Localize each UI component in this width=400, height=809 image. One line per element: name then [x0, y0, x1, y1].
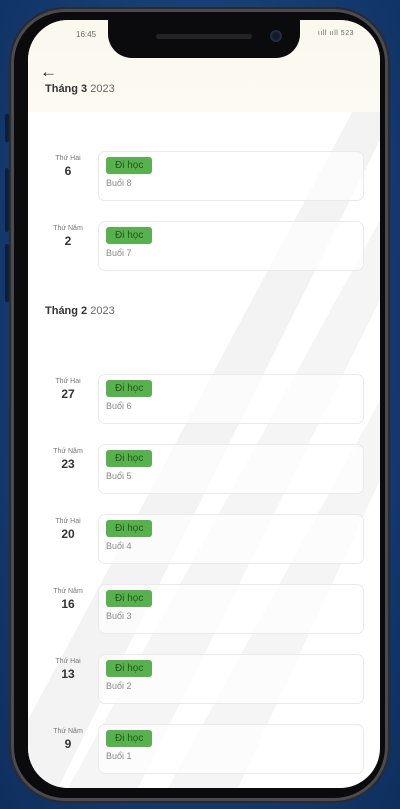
- day-number: 27: [61, 387, 75, 401]
- attendance-card[interactable]: Đi học Buổi 6: [98, 374, 364, 424]
- session-label: Buổi 5: [106, 471, 132, 481]
- month-label: Tháng 2: [45, 305, 88, 317]
- weekday-label: Thứ Năm: [53, 728, 83, 735]
- day-number: 23: [61, 457, 75, 471]
- attendance-card[interactable]: Đi học Buổi 1: [98, 724, 364, 774]
- weekday-label: Thứ Hai: [55, 155, 81, 162]
- back-arrow-icon[interactable]: ←: [40, 63, 57, 80]
- day-number: 9: [64, 737, 72, 751]
- date-block: Thứ Năm 23: [42, 448, 94, 471]
- status-time: 16:45: [76, 30, 97, 39]
- attendance-card[interactable]: Đi học Buổi 4: [98, 514, 364, 564]
- session-label: Buổi 2: [106, 681, 132, 691]
- date-block: Thứ Năm 2: [42, 225, 94, 248]
- weekday-label: Thứ Hai: [55, 658, 81, 665]
- attendance-row: Thứ Năm 9 Đi học Buổi 1: [28, 724, 380, 780]
- weekday-label: Thứ Năm: [53, 448, 83, 455]
- status-badge: Đi học: [106, 730, 153, 747]
- date-block: Thứ Năm 9: [42, 728, 94, 751]
- date-block: Thứ Hai 13: [42, 658, 94, 681]
- attendance-card[interactable]: Đi học Buổi 8: [98, 151, 364, 201]
- attendance-row: Thứ Hai 27 Đi học Buổi 6: [28, 374, 380, 430]
- session-label: Buổi 6: [106, 401, 132, 411]
- day-number: 20: [61, 527, 75, 541]
- phone-notch: [108, 20, 300, 58]
- app-screen: 16:45 ııll ııll 523 ← Tháng 3 2023 Thứ H…: [28, 20, 380, 788]
- day-number: 2: [64, 234, 72, 248]
- attendance-card[interactable]: Đi học Buổi 5: [98, 444, 364, 494]
- attendance-row: Thứ Hai 20 Đi học Buổi 4: [28, 514, 380, 570]
- status-badge: Đi học: [106, 660, 153, 677]
- day-number: 13: [61, 667, 75, 681]
- session-label: Buổi 4: [106, 541, 132, 551]
- weekday-label: Thứ Hai: [55, 518, 81, 525]
- status-indicators: ııll ııll 523: [317, 30, 354, 37]
- attendance-card[interactable]: Đi học Buổi 7: [98, 221, 364, 271]
- date-block: Thứ Hai 20: [42, 518, 94, 541]
- day-number: 16: [61, 597, 75, 611]
- status-badge: Đi học: [106, 520, 153, 537]
- side-button-middle: [5, 168, 9, 232]
- weekday-label: Thứ Năm: [53, 225, 83, 232]
- month-label: Tháng 3: [45, 83, 88, 95]
- date-block: Thứ Hai 27: [42, 378, 94, 401]
- day-number: 6: [64, 164, 72, 178]
- attendance-row: Thứ Hai 6 Đi học Buổi 8: [28, 151, 380, 207]
- session-label: Buổi 7: [106, 248, 132, 258]
- session-label: Buổi 8: [106, 178, 132, 188]
- year-label: 2023: [90, 83, 115, 95]
- front-camera-icon: [270, 30, 282, 42]
- date-block: Thứ Năm 16: [42, 588, 94, 611]
- speaker-grille: [156, 34, 252, 39]
- weekday-label: Thứ Hai: [55, 378, 81, 385]
- year-label: 2023: [90, 305, 115, 317]
- attendance-card[interactable]: Đi học Buổi 3: [98, 584, 364, 634]
- attendance-row: Thứ Năm 16 Đi học Buổi 3: [28, 584, 380, 640]
- side-button-top: [5, 114, 9, 142]
- session-label: Buổi 1: [106, 751, 132, 761]
- side-button-bottom: [5, 244, 9, 302]
- status-badge: Đi học: [106, 590, 153, 607]
- status-badge: Đi học: [106, 157, 153, 174]
- attendance-row: Thứ Năm 23 Đi học Buổi 5: [28, 444, 380, 500]
- status-badge: Đi học: [106, 227, 153, 244]
- session-label: Buổi 3: [106, 611, 132, 621]
- status-badge: Đi học: [106, 450, 153, 467]
- attendance-card[interactable]: Đi học Buổi 2: [98, 654, 364, 704]
- attendance-row: Thứ Hai 13 Đi học Buổi 2: [28, 654, 380, 710]
- weekday-label: Thứ Năm: [53, 588, 83, 595]
- status-badge: Đi học: [106, 380, 153, 397]
- attendance-row: Thứ Năm 2 Đi học Buổi 7: [28, 221, 380, 277]
- month-header: Tháng 2 2023: [45, 305, 115, 317]
- month-header: Tháng 3 2023: [45, 83, 115, 95]
- date-block: Thứ Hai 6: [42, 155, 94, 178]
